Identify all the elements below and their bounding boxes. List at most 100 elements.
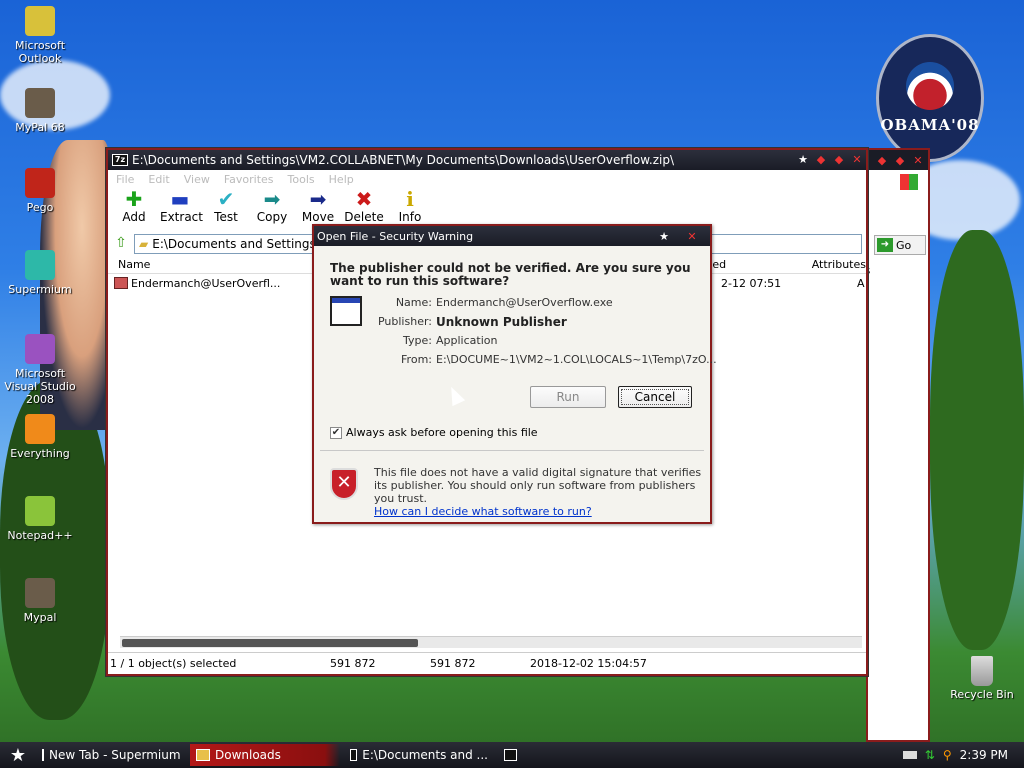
outlook-icon xyxy=(25,6,55,36)
shield-warning-icon: ✕ xyxy=(330,468,358,500)
test-button[interactable]: ✔ Test xyxy=(206,188,246,232)
field-label: Name: xyxy=(395,296,432,309)
plus-icon: ✚ xyxy=(125,187,143,211)
start-button[interactable]: ★ xyxy=(0,742,36,768)
7zip-icon xyxy=(350,749,358,761)
cancel-button[interactable]: Cancel xyxy=(618,386,692,408)
close-icon[interactable]: ✕ xyxy=(910,154,926,167)
field-value: E:\DOCUME~1\VM2~1.COL\LOCALS~1\Temp\7zO.… xyxy=(436,353,717,366)
extract-button[interactable]: ▬ Extract xyxy=(160,187,203,232)
folder-icon: ▰ xyxy=(139,237,149,251)
desktop-icon-supermium[interactable]: Supermium xyxy=(0,250,80,296)
selection-status: 1 / 1 object(s) selected xyxy=(110,657,237,670)
checkmark-icon[interactable]: ✔ xyxy=(330,426,342,439)
add-button[interactable]: ✚ Add xyxy=(114,188,154,232)
info-icon: i xyxy=(406,187,414,211)
star-icon: ★ xyxy=(9,744,27,766)
taskbar-button-label: E:\Documents and ... xyxy=(362,748,488,762)
dialog-question: The publisher could not be verified. Are… xyxy=(330,261,691,288)
desktop-icon-label: Pego xyxy=(26,201,54,214)
date-status: 2018-12-02 15:04:57 xyxy=(530,657,647,670)
size-status: 591 872 xyxy=(330,657,376,670)
desktop-icon-label: Supermium xyxy=(8,283,72,296)
menu-item-view[interactable]: View xyxy=(184,173,210,186)
dialog-titlebar[interactable]: Open File - Security Warning ★ ✕ xyxy=(314,226,710,246)
packed-size-status: 591 872 xyxy=(430,657,476,670)
desktop-icon-label: Mypal xyxy=(23,611,57,624)
file-modified: 2-12 07:51 xyxy=(721,276,782,290)
campaign-logo: OBAMA'08 xyxy=(876,34,984,162)
maximize-icon[interactable]: ◆ xyxy=(892,154,908,167)
taskbar-button-label: Downloads xyxy=(215,748,281,762)
copy-button[interactable]: ➡ Copy xyxy=(252,188,292,232)
delete-x-icon: ✖ xyxy=(355,187,373,211)
close-icon[interactable]: ✕ xyxy=(674,230,710,243)
toolbar-label: Copy xyxy=(256,210,288,224)
star-icon[interactable]: ★ xyxy=(794,152,812,168)
system-tray: ⇅ ⚲ 2:39 PM xyxy=(902,748,1024,762)
toolbar-label: Test xyxy=(214,210,238,224)
field-label: Publisher: xyxy=(377,315,432,328)
toolbar-label: Info xyxy=(398,210,422,224)
window-title: E:\Documents and Settings\VM2.COLLABNET\… xyxy=(132,153,675,167)
raccoon-icon xyxy=(25,578,55,608)
checkbox-label: Always ask before opening this file xyxy=(346,426,538,439)
supermium-icon xyxy=(42,749,44,761)
star-icon[interactable]: ★ xyxy=(654,230,674,243)
field-value: Application xyxy=(436,334,498,347)
run-button[interactable]: Run xyxy=(530,386,606,408)
minus-icon: ▬ xyxy=(170,187,190,211)
always-ask-checkbox[interactable]: ✔ Always ask before opening this file xyxy=(330,426,538,439)
desktop-icon-raccoon[interactable]: Mypal xyxy=(0,578,80,624)
dialog-title: Open File - Security Warning xyxy=(317,229,474,243)
close-icon[interactable]: ✕ xyxy=(848,152,866,168)
maximize-icon[interactable]: ◆ xyxy=(830,152,848,168)
desktop-icon-outlook[interactable]: Microsoft Outlook xyxy=(0,6,80,65)
taskbar-button[interactable]: E:\Documents and ... xyxy=(344,744,494,766)
minimize-icon[interactable]: ◆ xyxy=(812,152,830,168)
attributes-column-header[interactable]: Attributes xyxy=(812,258,866,271)
desktop-icon-label: Notepad++ xyxy=(7,529,73,542)
taskbar-button[interactable] xyxy=(498,744,528,766)
window-titlebar[interactable]: 7z E:\Documents and Settings\VM2.COLLABN… xyxy=(108,150,866,170)
modified-column-header[interactable]: ed xyxy=(712,258,771,271)
desktop-icon-pego[interactable]: Pego xyxy=(0,168,80,214)
desktop-icon-notepad-plus[interactable]: Notepad++ xyxy=(0,496,80,542)
clock[interactable]: 2:39 PM xyxy=(960,748,1008,762)
taskbar-button[interactable]: New Tab - Supermium xyxy=(36,744,186,766)
taskbar-button[interactable]: Downloads xyxy=(190,744,340,766)
supermium-icon xyxy=(25,250,55,280)
file-attributes: A xyxy=(857,276,865,290)
go-arrow-icon: ➜ xyxy=(877,238,893,252)
menu-item-favorites[interactable]: Favorites xyxy=(224,173,274,186)
toolbar-label: Delete xyxy=(344,210,384,224)
up-folder-icon[interactable]: ⇧ xyxy=(112,235,130,253)
divider xyxy=(320,450,704,451)
menu-item-help[interactable]: Help xyxy=(329,173,354,186)
taskbar-button-label: New Tab - Supermium xyxy=(49,748,181,762)
everything-icon xyxy=(25,414,55,444)
field-label: From: xyxy=(401,353,432,366)
raccoon-icon xyxy=(25,88,55,118)
menu-item-file[interactable]: File xyxy=(116,173,134,186)
help-link[interactable]: How can I decide what software to run? xyxy=(374,505,592,518)
warning-message: This file does not have a valid digital … xyxy=(374,466,702,518)
taskbar: ★ New Tab - Supermium Downloads E:\Documen… xyxy=(0,742,1024,768)
toolbar-label: Add xyxy=(122,210,146,224)
desktop-icon-raccoon[interactable]: MyPal 68 xyxy=(0,88,80,134)
minimize-icon[interactable]: ◆ xyxy=(874,154,890,167)
horizontal-scrollbar[interactable] xyxy=(120,636,862,648)
menu-item-edit[interactable]: Edit xyxy=(148,173,169,186)
scrollbar-thumb[interactable] xyxy=(122,639,418,647)
search-icon[interactable]: ⚲ xyxy=(943,748,952,762)
desktop-icon-everything[interactable]: Everything xyxy=(0,414,80,460)
network-icon[interactable]: ⇅ xyxy=(925,748,935,762)
security-warning-dialog[interactable]: Open File - Security Warning ★ ✕ The pub… xyxy=(312,224,717,524)
keyboard-icon[interactable] xyxy=(902,751,917,759)
field-value: Endermanch@UserOverflow.exe xyxy=(436,296,613,309)
desktop-icon-visual-studio[interactable]: Microsoft Visual Studio 2008 xyxy=(0,334,80,406)
go-button[interactable]: ➜ Go xyxy=(874,235,926,255)
recycle-bin-icon[interactable]: Recycle Bin xyxy=(942,656,1022,701)
menu-item-tools[interactable]: Tools xyxy=(288,173,315,186)
windows-flag-icon xyxy=(900,174,918,190)
